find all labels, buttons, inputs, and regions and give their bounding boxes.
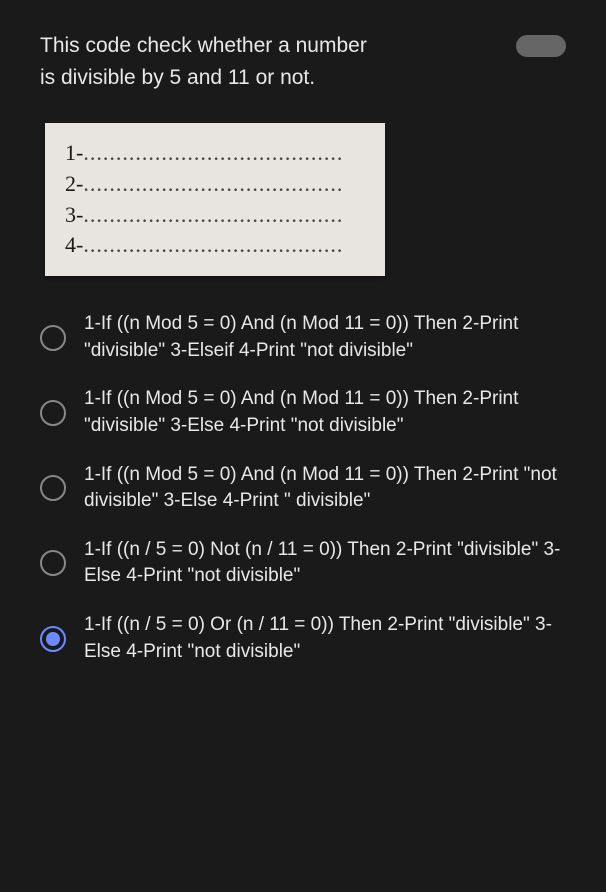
code-dots-3: ........................................ [83,202,343,227]
code-line-4: 4-......................................… [65,230,365,261]
code-line-1: 1-......................................… [65,138,365,169]
question-header: This code check whether a number is divi… [40,30,566,123]
code-prefix-4: 4- [65,232,83,257]
code-prefix-3: 3- [65,202,83,227]
code-blanks-box: 1-......................................… [45,123,385,276]
code-dots-4: ........................................ [83,232,343,257]
radio-3[interactable] [40,475,66,501]
radio-2[interactable] [40,400,66,426]
option-text-2: 1-If ((n Mod 5 = 0) And (n Mod 11 = 0)) … [84,386,566,439]
option-text-3: 1-If ((n Mod 5 = 0) And (n Mod 11 = 0)) … [84,462,566,515]
code-dots-1: ........................................ [83,140,343,165]
option-text-5: 1-If ((n / 5 = 0) Or (n / 11 = 0)) Then … [84,612,566,665]
option-text-4: 1-If ((n / 5 = 0) Not (n / 11 = 0)) Then… [84,537,566,590]
option-2[interactable]: 1-If ((n Mod 5 = 0) And (n Mod 11 = 0)) … [40,386,566,439]
code-prefix-1: 1- [65,140,83,165]
radio-5[interactable] [40,626,66,652]
radio-4[interactable] [40,550,66,576]
code-line-2: 2-......................................… [65,169,365,200]
option-text-1: 1-If ((n Mod 5 = 0) And (n Mod 11 = 0)) … [84,311,566,364]
code-dots-2: ........................................ [83,171,343,196]
option-5[interactable]: 1-If ((n / 5 = 0) Or (n / 11 = 0)) Then … [40,612,566,665]
code-prefix-2: 2- [65,171,83,196]
option-3[interactable]: 1-If ((n Mod 5 = 0) And (n Mod 11 = 0)) … [40,462,566,515]
option-4[interactable]: 1-If ((n / 5 = 0) Not (n / 11 = 0)) Then… [40,537,566,590]
question-text: This code check whether a number is divi… [40,30,367,93]
flag-badge[interactable] [516,35,566,57]
code-line-3: 3-......................................… [65,200,365,231]
radio-1[interactable] [40,325,66,351]
question-line2: is divisible by 5 and 11 or not. [40,66,315,89]
options-group: 1-If ((n Mod 5 = 0) And (n Mod 11 = 0)) … [40,311,566,665]
option-1[interactable]: 1-If ((n Mod 5 = 0) And (n Mod 11 = 0)) … [40,311,566,364]
question-line1: This code check whether a number [40,34,367,57]
